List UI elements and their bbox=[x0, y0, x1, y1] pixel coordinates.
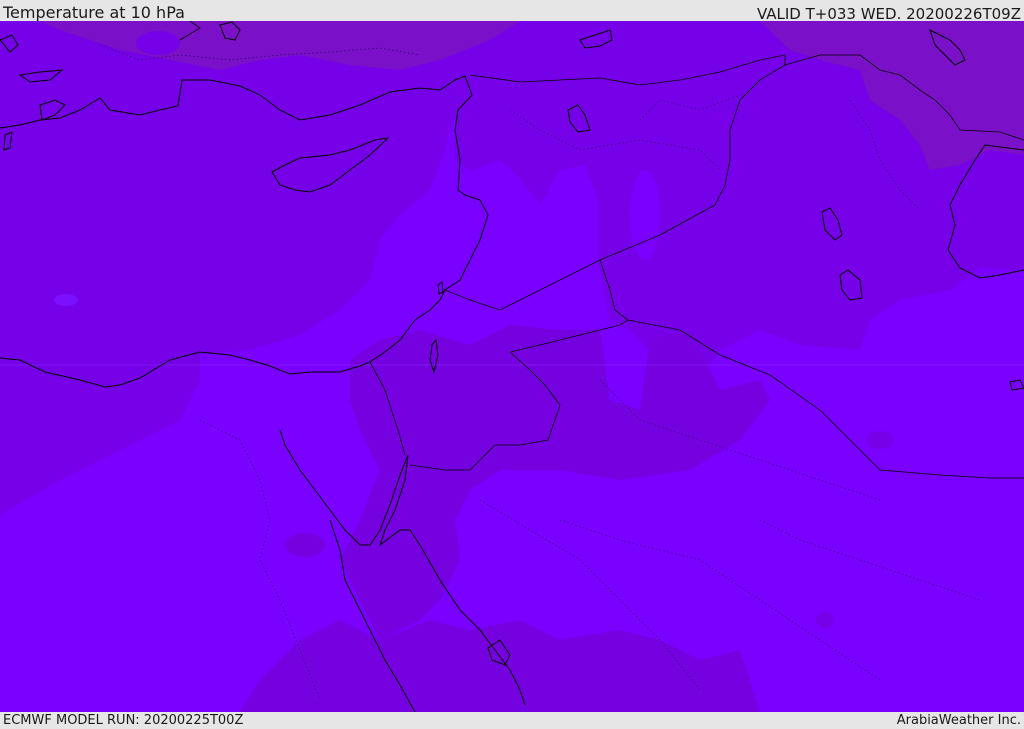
credit-label: ArabiaWeather Inc. bbox=[896, 713, 1021, 728]
weather-map[interactable] bbox=[0, 21, 1024, 712]
model-run-label: ECMWF MODEL RUN: 20200225T00Z bbox=[3, 713, 244, 728]
temperature-blob bbox=[816, 612, 834, 628]
temperature-blob bbox=[866, 431, 894, 449]
temperature-blob bbox=[54, 294, 78, 306]
footer-bar: ECMWF MODEL RUN: 20200225T00Z ArabiaWeat… bbox=[0, 712, 1024, 729]
temperature-blob bbox=[630, 170, 660, 260]
temperature-blob bbox=[136, 31, 180, 55]
map-title: Temperature at 10 hPa bbox=[3, 3, 185, 22]
header-bar: Temperature at 10 hPa VALID T+033 WED. 2… bbox=[0, 0, 1024, 23]
temperature-blob bbox=[873, 142, 897, 178]
map-canvas bbox=[0, 21, 1024, 712]
temperature-blob bbox=[285, 533, 325, 557]
